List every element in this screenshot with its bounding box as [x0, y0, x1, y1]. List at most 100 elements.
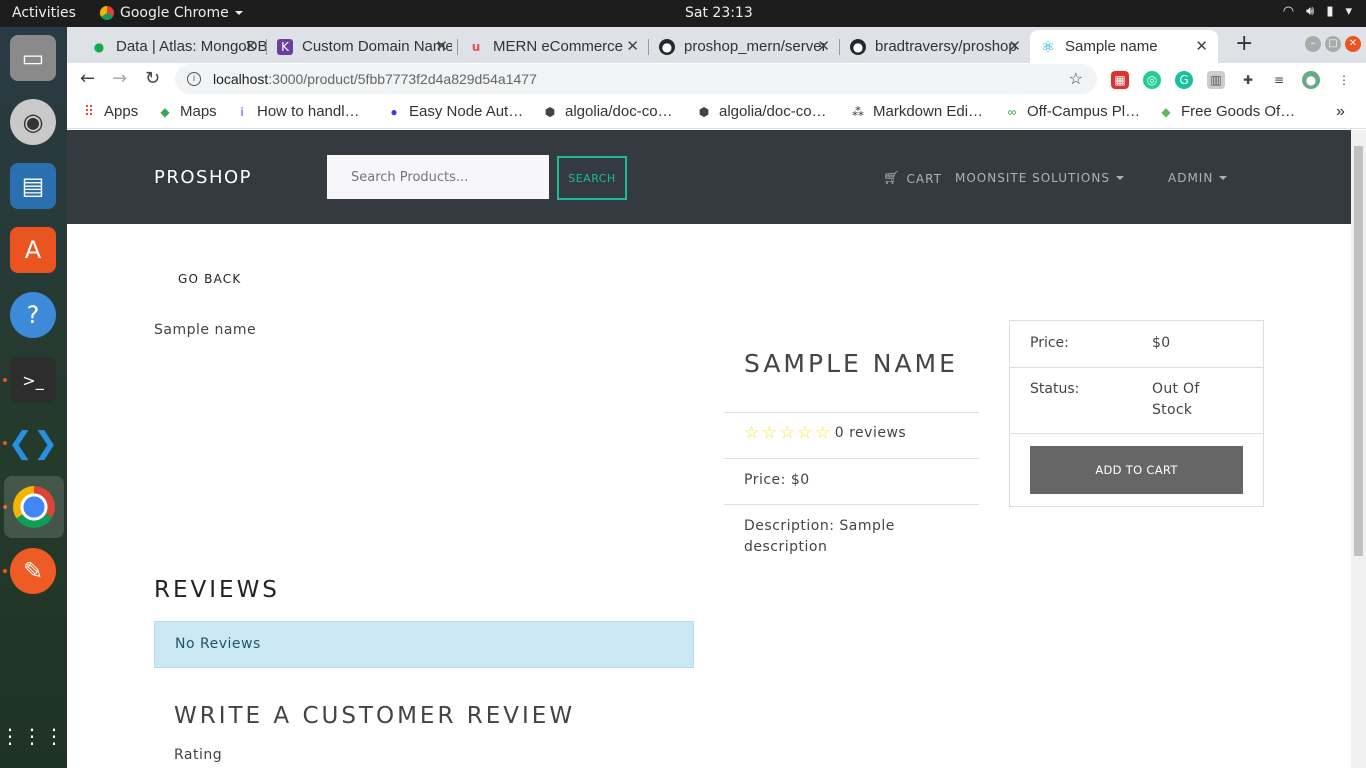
chrome-window: ● Data | Atlas: MongoDB ✕ K Custom Domai… — [67, 27, 1366, 768]
help-icon[interactable]: ? — [10, 292, 56, 338]
reader-icon[interactable]: ▥ — [1207, 71, 1225, 89]
close-icon[interactable]: ✕ — [435, 37, 448, 55]
product-rating: ☆ ☆ ☆ ☆ ☆ 0 reviews — [744, 423, 906, 444]
reload-icon[interactable]: ↻ — [145, 68, 160, 89]
bookmark-star-icon[interactable]: ☆ — [1069, 69, 1083, 89]
extension-red-icon[interactable]: ▦ — [1111, 71, 1129, 89]
tab-strip: ● Data | Atlas: MongoDB ✕ K Custom Domai… — [67, 27, 1366, 63]
bookmark-algolia-2[interactable]: ⬢ algolia/doc-co… — [696, 103, 827, 120]
menu-kebab-icon[interactable]: ⋮ — [1335, 71, 1353, 89]
bookmark-markdown[interactable]: ⁂ Markdown Edi… — [850, 103, 983, 120]
no-reviews-alert: No Reviews — [154, 621, 694, 668]
system-tray[interactable]: ◠ 🔊︎ ▮ ▾ — [1283, 4, 1352, 19]
info-icon[interactable]: i — [187, 72, 201, 86]
grammarly-icon[interactable]: G — [1175, 71, 1193, 89]
admin-dropdown[interactable]: ADMIN — [1168, 171, 1228, 185]
star-empty-icon: ☆ — [797, 423, 813, 443]
chevron-down-icon: ▾ — [1345, 4, 1352, 19]
bookmarks-overflow-icon[interactable]: » — [1336, 103, 1345, 121]
search-input[interactable] — [327, 155, 549, 199]
markdown-icon: ⁂ — [852, 104, 864, 119]
close-icon[interactable]: ✕ — [1195, 37, 1208, 55]
divider — [724, 412, 979, 413]
close-icon[interactable]: ✕ — [1008, 37, 1021, 55]
tab-proshop-server[interactable]: ● proshop_mern/server ✕ — [649, 30, 840, 63]
cube-icon: ⬢ — [544, 104, 556, 119]
udemy-icon: u — [471, 39, 481, 54]
easy-node-icon: ● — [390, 104, 398, 119]
product-title: SAMPLE NAME — [744, 349, 958, 378]
bookmark-maps[interactable]: ◆ Maps — [157, 103, 216, 120]
chrome-dock-icon[interactable] — [4, 476, 64, 538]
vscode-icon[interactable]: ❮❯ — [8, 420, 58, 466]
star-empty-icon: ☆ — [744, 423, 760, 443]
maximize-button[interactable]: □ — [1325, 36, 1341, 52]
software-center-icon[interactable]: A — [10, 227, 56, 273]
scrollbar-thumb[interactable] — [1354, 146, 1363, 556]
bookmark-algolia-1[interactable]: ⬢ algolia/doc-co… — [542, 103, 673, 120]
status-label: Status: — [1030, 381, 1080, 397]
caret-down-icon — [1115, 176, 1124, 180]
tab-mern-ecommerce[interactable]: u MERN eCommerce ✕ — [458, 30, 649, 63]
bookmark-free-goods[interactable]: ◆ Free Goods Of… — [1158, 103, 1295, 120]
file-manager-icon[interactable]: ▭ — [10, 35, 56, 81]
close-window-button[interactable]: ✕ — [1345, 36, 1361, 52]
running-indicator — [3, 378, 7, 382]
bookmark-apps[interactable]: ⠿ Apps — [81, 103, 138, 120]
close-icon[interactable]: ✕ — [626, 37, 639, 55]
tab-title: Sample name — [1065, 38, 1158, 55]
tab-custom-domain[interactable]: K Custom Domain Names ✕ — [267, 30, 458, 63]
postman-icon[interactable]: ✎ — [10, 548, 56, 594]
purchase-card: Price: $0 Status: Out Of Stock ADD TO CA… — [1009, 320, 1264, 507]
address-bar[interactable]: i localhost:3000/product/5fbb7773f2d4a82… — [175, 64, 1097, 94]
price-label: Price: — [1030, 335, 1069, 351]
search-button[interactable]: SEARCH — [557, 156, 627, 200]
tab-sample-name[interactable]: ⚛ Sample name ✕ — [1030, 30, 1218, 63]
writer-icon[interactable]: ▤ — [10, 163, 56, 209]
star-empty-icon: ☆ — [815, 423, 831, 443]
extension-green-icon[interactable]: ◎ — [1143, 71, 1161, 89]
page-scrollbar[interactable] — [1351, 130, 1366, 768]
activities-button[interactable]: Activities — [12, 5, 76, 21]
reviews-heading: REVIEWS — [154, 577, 280, 603]
show-applications-icon[interactable]: ⋮⋮⋮ — [0, 713, 64, 759]
close-icon[interactable]: ✕ — [817, 37, 830, 55]
new-tab-button[interactable]: + — [1235, 31, 1253, 56]
bookmark-easy-node[interactable]: ● Easy Node Aut… — [386, 103, 523, 120]
cart-link[interactable]: 🛒︎ CART — [883, 171, 942, 186]
tag-icon: ◆ — [1161, 104, 1171, 119]
brand-logo[interactable]: PROSHOP — [154, 167, 252, 188]
url-host: localhost — [213, 71, 269, 87]
terminal-icon[interactable]: >_ — [10, 357, 56, 403]
bookmarks-bar: ⠿ Apps ◆ Maps ⅰ How to handl… ● Easy Node Au… — [67, 95, 1366, 129]
divider — [724, 458, 979, 459]
hashnode-icon: ⅰ — [240, 104, 244, 119]
tab-bradtraversy[interactable]: ● bradtraversy/proshop ✕ — [840, 30, 1031, 63]
rhythmbox-icon[interactable]: ◉ — [10, 99, 56, 145]
back-arrow-icon[interactable]: ← — [80, 68, 95, 89]
app-menu[interactable]: Google Chrome — [100, 5, 243, 21]
maps-icon: ◆ — [160, 104, 170, 119]
tab-title: bradtraversy/proshop — [875, 38, 1017, 55]
react-icon: ⚛ — [1041, 37, 1055, 56]
reviews-count: 0 reviews — [834, 425, 907, 441]
close-icon[interactable]: ✕ — [244, 37, 257, 55]
clock[interactable]: Sat 23:13 — [685, 5, 753, 21]
forward-arrow-icon[interactable]: → — [112, 68, 127, 89]
product-description: Description: Sample description — [744, 518, 895, 555]
minimize-button[interactable]: – — [1305, 36, 1321, 52]
go-back-button[interactable]: GO BACK — [178, 272, 241, 286]
bookmark-how-to-handle[interactable]: ⅰ How to handl… — [234, 103, 359, 120]
gnome-top-bar: Activities Google Chrome Sat 23:13 ◠ 🔊︎ … — [0, 0, 1366, 27]
extensions-puzzle-icon[interactable]: ✚ — [1239, 71, 1257, 89]
media-control-icon[interactable]: ≡ — [1270, 71, 1288, 89]
chrome-icon — [100, 6, 114, 20]
cart-label: CART — [906, 171, 942, 186]
tab-title: MERN eCommerce — [493, 38, 624, 55]
profile-avatar[interactable]: ● — [1302, 71, 1320, 89]
tab-atlas[interactable]: ● Data | Atlas: MongoDB ✕ — [81, 30, 267, 63]
product-price: Price: $0 — [744, 472, 810, 488]
user-dropdown[interactable]: MOONSITE SOLUTIONS — [955, 171, 1124, 185]
add-to-cart-button[interactable]: ADD TO CART — [1030, 446, 1243, 494]
bookmark-off-campus[interactable]: ∞ Off-Campus Pl… — [1004, 103, 1140, 120]
